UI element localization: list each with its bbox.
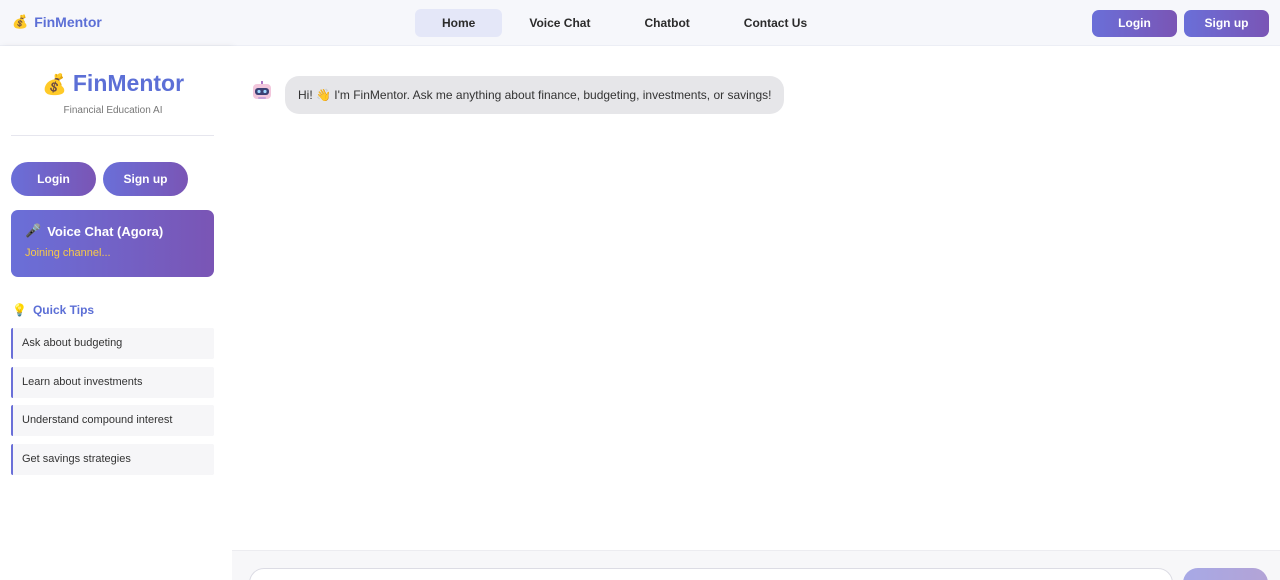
tip-investments[interactable]: Learn about investments: [11, 367, 214, 398]
header-login-button[interactable]: Login: [1092, 10, 1177, 37]
bot-message-bubble: Hi! 👋 I'm FinMentor. Ask me anything abo…: [285, 76, 785, 114]
nav-voice-chat[interactable]: Voice Chat: [502, 9, 617, 37]
sidebar-title-text: FinMentor: [72, 70, 185, 96]
brand-logo[interactable]: 💰 FinMentor: [12, 14, 102, 30]
voice-chat-title-text: Voice Chat (Agora): [47, 223, 164, 239]
nav-contact-us[interactable]: Contact Us: [717, 9, 834, 37]
sidebar-title: 💰 FinMentor: [0, 70, 226, 97]
tip-compound-interest[interactable]: Understand compound interest: [11, 405, 214, 436]
header-signup-button[interactable]: Sign up: [1184, 10, 1269, 37]
chat-area: Hi! 👋 I'm FinMentor. Ask me anything abo…: [232, 46, 1280, 550]
money-bag-icon: 💰: [41, 74, 67, 96]
quick-tips-heading-text: Quick Tips: [32, 303, 95, 317]
main-nav: Home Voice Chat Chatbot Contact Us: [415, 9, 834, 37]
sidebar-signup-button[interactable]: Sign up: [103, 162, 188, 196]
voice-chat-card[interactable]: 🎤 Voice Chat (Agora) Joining channel...: [11, 210, 214, 277]
robot-icon: [253, 81, 271, 99]
tip-savings[interactable]: Get savings strategies: [11, 444, 214, 475]
nav-chatbot[interactable]: Chatbot: [617, 9, 716, 37]
lightbulb-icon: 💡: [12, 303, 27, 317]
quick-tips-heading: 💡 Quick Tips: [12, 303, 94, 317]
send-button[interactable]: [1183, 568, 1268, 580]
sidebar-subtitle: Financial Education AI: [63, 105, 163, 116]
tip-budgeting[interactable]: Ask about budgeting: [11, 328, 214, 359]
chat-input-bar: [232, 550, 1280, 580]
voice-chat-title: 🎤 Voice Chat (Agora): [25, 223, 200, 239]
sidebar: 💰 FinMentor Financial Education AI Login …: [0, 46, 232, 580]
chat-message-input[interactable]: [249, 568, 1173, 580]
sidebar-login-button[interactable]: Login: [11, 162, 96, 196]
money-bag-icon: 💰: [12, 14, 29, 29]
brand-name: FinMentor: [34, 14, 102, 30]
voice-chat-status: Joining channel...: [25, 247, 111, 259]
microphone-icon: 🎤: [25, 223, 42, 238]
top-navbar: 💰 FinMentor Home Voice Chat Chatbot Cont…: [0, 0, 1280, 46]
nav-home[interactable]: Home: [415, 9, 503, 37]
sidebar-divider: [11, 135, 214, 136]
